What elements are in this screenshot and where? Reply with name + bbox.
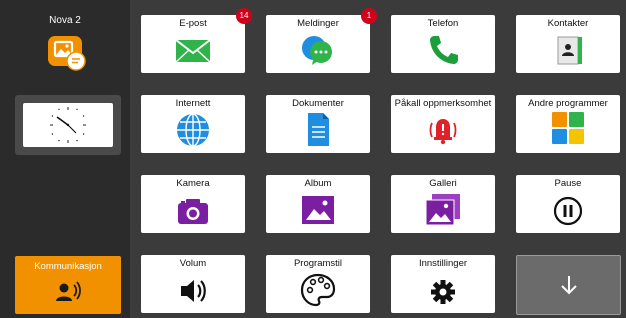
tile-label: Dokumenter xyxy=(292,98,344,109)
tile-kontakter[interactable]: Kontakter xyxy=(516,15,620,73)
tile-label: Programstil xyxy=(293,258,343,269)
tile-label: Kamera xyxy=(176,178,210,189)
gallery-chat-icon[interactable] xyxy=(47,34,89,72)
tile-e-post[interactable]: E-post 14 xyxy=(141,8,252,73)
tile-label: Volum xyxy=(179,258,207,269)
tile-label: Galleri xyxy=(429,178,457,189)
globe-icon xyxy=(173,111,213,147)
envelope-icon xyxy=(173,31,213,67)
tile-galleri[interactable]: Galleri xyxy=(391,175,495,233)
document-icon xyxy=(298,111,338,147)
speaker-volume-icon xyxy=(173,271,213,307)
sidebar: Nova 2 Kommunikasjon xyxy=(0,0,130,318)
pause-circle-icon xyxy=(548,191,588,227)
tile-dokumenter[interactable]: Dokumenter xyxy=(266,95,370,153)
gallery-images-icon xyxy=(423,191,463,227)
tile-innstillinger[interactable]: Innstillinger xyxy=(391,255,495,313)
tile-label: Påkall oppmerksomhet xyxy=(394,98,492,109)
tile-label: Telefon xyxy=(427,18,459,29)
tile-meldinger[interactable]: Meldinger 1 xyxy=(266,8,377,73)
analog-clock-icon xyxy=(23,103,113,147)
scroll-down-button[interactable] xyxy=(516,255,621,315)
tile-label: Andre programmer xyxy=(528,98,608,109)
gear-icon xyxy=(423,271,463,307)
arrow-down-icon xyxy=(561,276,577,295)
tile-label: Meldinger xyxy=(297,18,339,29)
tile-label: Pause xyxy=(554,178,582,189)
tile-andre-programmer[interactable]: Andre programmer xyxy=(516,95,620,153)
tile-kamera[interactable]: Kamera xyxy=(141,175,245,233)
communication-button[interactable]: Kommunikasjon xyxy=(15,256,121,314)
app-root: Nova 2 Kommunikasjon E-post 14 Meldinger… xyxy=(0,0,626,318)
tile-telefon[interactable]: Telefon xyxy=(391,15,495,73)
tile-pause[interactable]: Pause xyxy=(516,175,620,233)
palette-icon xyxy=(298,271,338,307)
communication-label: Kommunikasjon xyxy=(34,261,102,272)
tile-label: Kontakter xyxy=(547,18,589,29)
apps-grid-icon xyxy=(548,111,588,147)
album-image-icon xyxy=(298,191,338,227)
tile-programstil[interactable]: Programstil xyxy=(266,255,370,313)
tile-label: Internett xyxy=(175,98,211,109)
tile-label: E-post xyxy=(179,18,207,29)
tile-internett[interactable]: Internett xyxy=(141,95,245,153)
tile-album[interactable]: Album xyxy=(266,175,370,233)
alarm-bell-icon xyxy=(423,111,463,147)
unread-badge: 14 xyxy=(236,8,252,24)
profile-name: Nova 2 xyxy=(49,15,81,26)
camera-icon xyxy=(173,191,213,227)
phone-icon xyxy=(423,31,463,67)
tile-pakall-oppmerksomhet[interactable]: Påkall oppmerksomhet xyxy=(391,95,495,153)
unread-badge: 1 xyxy=(361,8,377,24)
speaking-person-icon xyxy=(54,280,82,304)
contacts-book-icon xyxy=(548,31,588,67)
tile-label: Innstillinger xyxy=(418,258,468,269)
chat-bubbles-icon xyxy=(298,31,338,67)
tile-volum[interactable]: Volum xyxy=(141,255,245,313)
tile-label: Album xyxy=(304,178,332,189)
clock-widget[interactable] xyxy=(15,95,121,155)
